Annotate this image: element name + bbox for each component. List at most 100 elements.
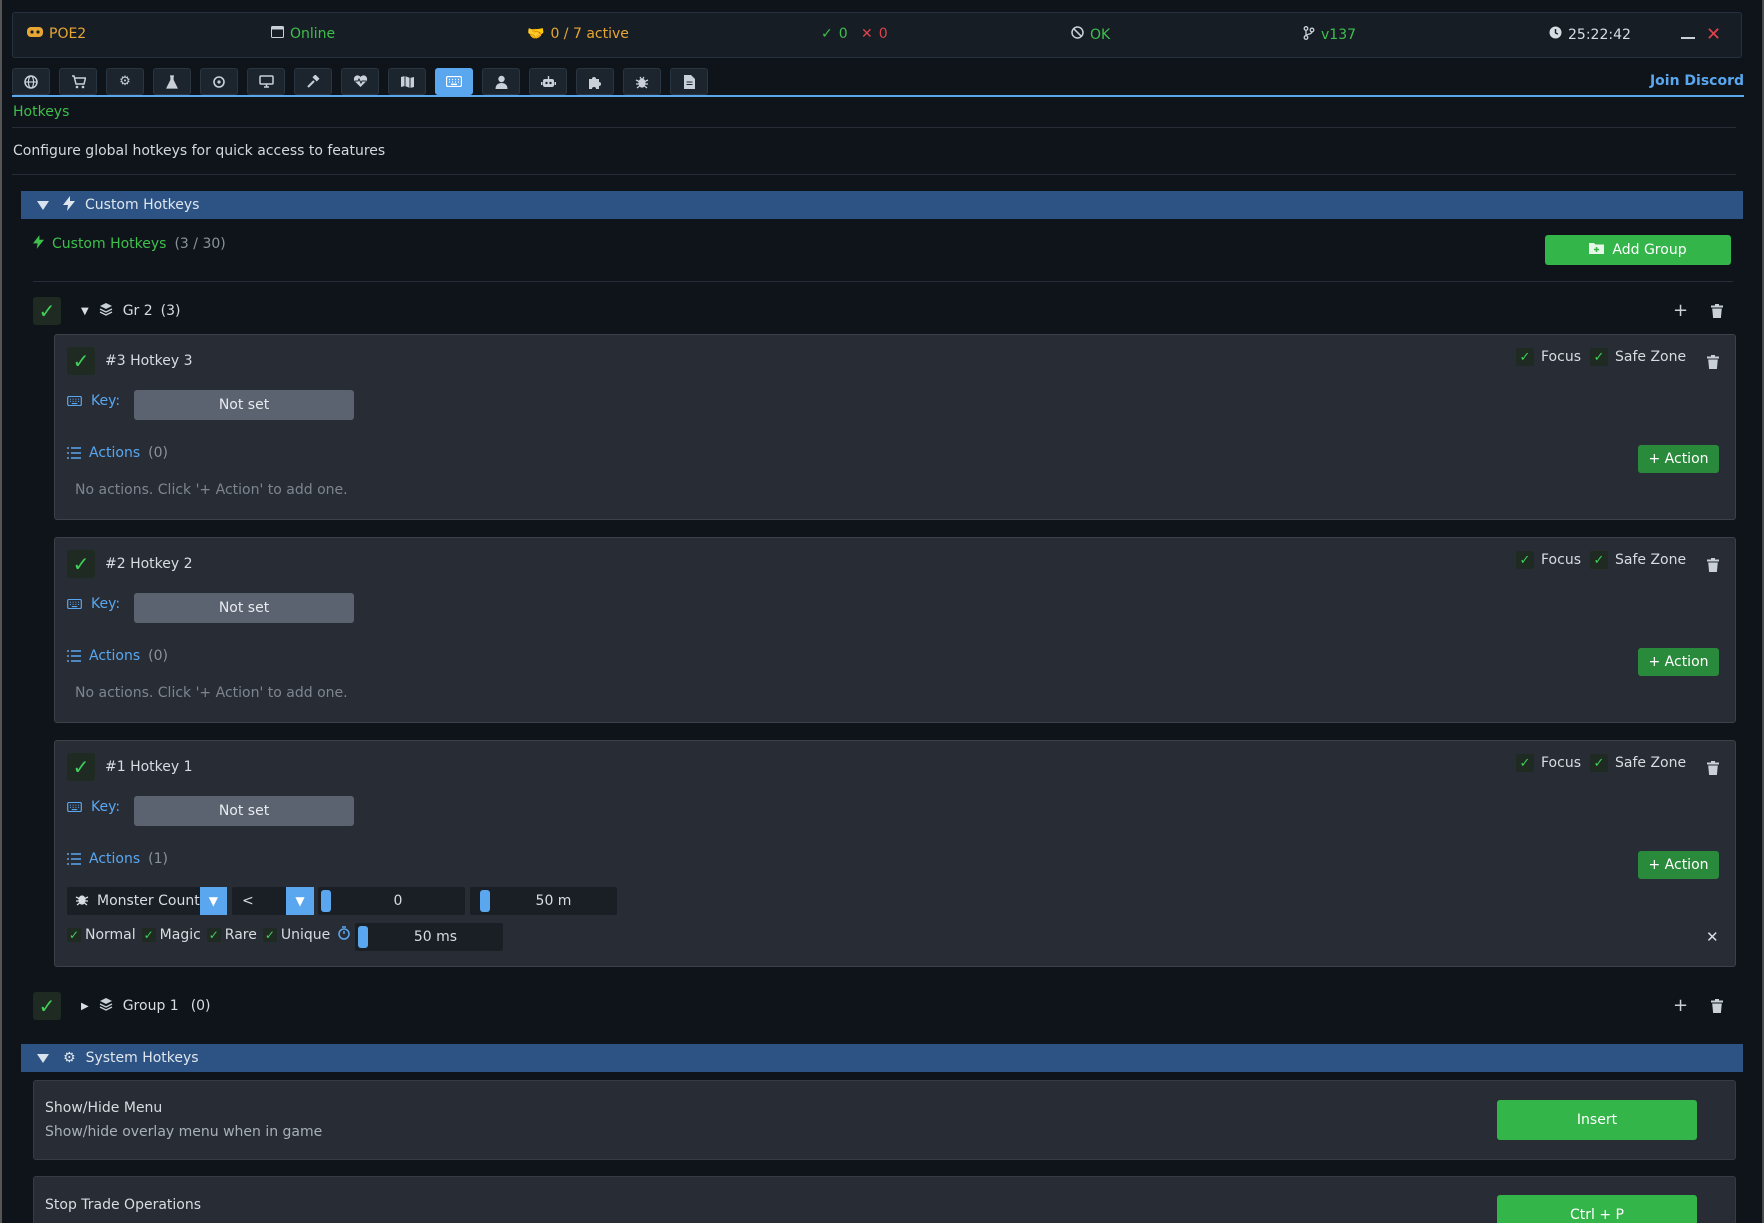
slider-handle[interactable] (321, 890, 331, 912)
focus-label: Focus (1541, 755, 1581, 771)
tab-map[interactable] (388, 68, 426, 95)
system-hotkey-key-button[interactable]: Insert (1497, 1100, 1697, 1140)
tab-hotkeys[interactable] (435, 68, 473, 95)
monitor-icon (258, 75, 274, 88)
system-hotkey-key-button[interactable]: Ctrl + P (1497, 1195, 1697, 1223)
operator-value: < (242, 893, 254, 909)
focus-checkbox[interactable]: ✓ (1516, 551, 1534, 569)
group-enabled-checkbox[interactable]: ✓ (33, 992, 61, 1020)
key-binding-button[interactable]: Not set (134, 390, 354, 420)
user-icon (495, 75, 507, 89)
safe-zone-checkbox[interactable]: ✓ (1590, 551, 1608, 569)
slider-handle[interactable] (358, 926, 368, 948)
join-discord-link[interactable]: Join Discord (1650, 73, 1744, 89)
focus-option[interactable]: ✓ Focus (1516, 754, 1581, 772)
group-name: Group 1 (122, 998, 179, 1014)
active-count-text: 0 / 7 active (550, 26, 629, 42)
tab-trade[interactable] (59, 68, 97, 95)
tab-underline (12, 95, 1744, 97)
operator-select[interactable]: < ▼ (232, 887, 314, 915)
expand-arrow-icon[interactable]: ▶ (81, 1001, 89, 1012)
key-label: Key: (91, 799, 121, 815)
tab-crafting[interactable] (294, 68, 332, 95)
window-icon (271, 26, 284, 42)
unique-checkbox[interactable]: ✓ (262, 928, 277, 942)
tab-plugins[interactable] (576, 68, 614, 95)
focus-option[interactable]: ✓ Focus (1516, 348, 1581, 366)
action-type-select[interactable]: Monster Count ▼ (67, 887, 227, 915)
connection-status: Online (271, 26, 335, 42)
globe-icon (24, 74, 38, 89)
safe-zone-checkbox[interactable]: ✓ (1590, 754, 1608, 772)
tab-aim[interactable] (200, 68, 238, 95)
delay-slider[interactable]: 50 ms (355, 923, 503, 951)
add-group-button[interactable]: Add Group (1545, 235, 1731, 265)
add-action-button[interactable]: + Action (1638, 648, 1719, 676)
folder-plus-icon (1589, 242, 1605, 258)
breadcrumb: Hotkeys (13, 104, 70, 120)
normal-checkbox[interactable]: ✓ (67, 928, 81, 942)
key-binding-button[interactable]: Not set (134, 593, 354, 623)
minimize-button[interactable] (1681, 37, 1695, 39)
focus-checkbox[interactable]: ✓ (1516, 348, 1534, 366)
tab-debug[interactable] (623, 68, 661, 95)
ok-count: 0 (838, 26, 848, 42)
clock: 25:22:42 (1549, 26, 1631, 43)
add-hotkey-button[interactable]: + (1673, 300, 1688, 321)
group-row-gr2: ✓ ▼ Gr 2 (3) (33, 297, 1733, 325)
count-slider[interactable]: 0 (318, 887, 465, 915)
actions-label: Actions (89, 648, 141, 664)
safe-zone-option[interactable]: ✓ Safe Zone (1590, 754, 1686, 772)
tab-globe[interactable] (12, 68, 50, 95)
add-action-button[interactable]: + Action (1638, 851, 1719, 879)
gamepad-icon (27, 26, 43, 42)
delete-hotkey-button[interactable] (1707, 355, 1719, 373)
safe-zone-option[interactable]: ✓ Safe Zone (1590, 551, 1686, 569)
magic-checkbox[interactable]: ✓ (141, 928, 156, 942)
delete-group-button[interactable] (1711, 304, 1723, 322)
system-hotkeys-header[interactable]: ⚙ System Hotkeys (21, 1044, 1743, 1072)
title-bar: POE2 Online 🤝 0 / 7 active ✓ 0 ✕ 0 OK v1… (12, 12, 1742, 58)
no-actions-hint: No actions. Click '+ Action' to add one. (75, 685, 348, 701)
trash-icon (1711, 999, 1723, 1013)
gear-icon: ⚙ (119, 74, 131, 89)
rare-checkbox[interactable]: ✓ (206, 928, 221, 942)
tab-health[interactable] (341, 68, 379, 95)
expand-arrow-icon[interactable]: ▼ (81, 306, 89, 317)
focus-checkbox[interactable]: ✓ (1516, 754, 1534, 772)
delete-hotkey-button[interactable] (1707, 558, 1719, 576)
add-hotkey-button[interactable]: + (1673, 995, 1688, 1016)
focus-option[interactable]: ✓ Focus (1516, 551, 1581, 569)
add-action-button[interactable]: + Action (1638, 445, 1719, 473)
keyboard-icon (67, 599, 82, 609)
range-slider[interactable]: 50 m (470, 887, 617, 915)
hotkey-card-1: ✓ #1 Hotkey 1 ✓ Focus ✓ Safe Zone Key: Not… (54, 740, 1736, 967)
section-title: Custom Hotkeys (85, 197, 200, 213)
tab-logs[interactable] (670, 68, 708, 95)
tab-flask[interactable] (153, 68, 191, 95)
hotkey-enabled-checkbox[interactable]: ✓ (67, 753, 95, 781)
key-binding-button[interactable]: Not set (134, 796, 354, 826)
hotkey-enabled-checkbox[interactable]: ✓ (67, 347, 95, 375)
safe-zone-option[interactable]: ✓ Safe Zone (1590, 348, 1686, 366)
hotkey-card-3: ✓ #3 Hotkey 3 ✓ Focus ✓ Safe Zone Key: Not… (54, 334, 1736, 520)
slider-handle[interactable] (480, 890, 490, 912)
tab-bot[interactable] (529, 68, 567, 95)
collapse-arrow-icon (37, 1053, 49, 1063)
tab-settings[interactable]: ⚙ (106, 68, 144, 95)
close-button[interactable]: ✕ (1706, 24, 1721, 45)
stopwatch-icon (338, 926, 350, 944)
action-type-value: Monster Count (97, 893, 200, 909)
hotkey-enabled-checkbox[interactable]: ✓ (67, 550, 95, 578)
tab-profile[interactable] (482, 68, 520, 95)
group-enabled-checkbox[interactable]: ✓ (33, 297, 61, 325)
tab-display[interactable] (247, 68, 285, 95)
custom-hotkeys-header[interactable]: Custom Hotkeys (21, 191, 1743, 219)
system-hotkey-title: Show/Hide Menu (45, 1100, 163, 1116)
list-icon (67, 447, 81, 459)
safe-zone-checkbox[interactable]: ✓ (1590, 348, 1608, 366)
remove-action-button[interactable]: ✕ (1706, 928, 1719, 946)
delete-group-button[interactable] (1711, 999, 1723, 1017)
hotkey-title: #1 Hotkey 1 (105, 759, 193, 775)
delete-hotkey-button[interactable] (1707, 761, 1719, 779)
